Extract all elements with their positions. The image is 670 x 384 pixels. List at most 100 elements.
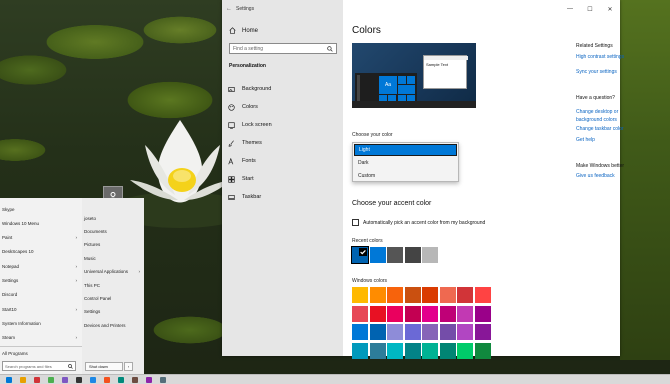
windows-color-swatch[interactable] (457, 342, 473, 359)
start-menu-place-item[interactable]: Music (84, 252, 142, 264)
windows-color-swatch[interactable] (404, 342, 421, 359)
shutdown-options-button[interactable]: › (124, 362, 133, 371)
windows-color-swatch[interactable] (369, 287, 386, 303)
windows-color-swatch[interactable] (457, 287, 473, 303)
windows-color-swatch[interactable] (474, 324, 491, 340)
nav-item-fonts[interactable]: Fonts (222, 155, 343, 167)
start-menu-place-item[interactable]: Devices and Printers (84, 319, 142, 331)
place-label: Control Panel (84, 295, 112, 301)
start-menu-program-item[interactable]: Notepad › (2, 259, 80, 273)
windows-color-swatch[interactable] (404, 324, 421, 340)
start-menu-place-item[interactable]: Documents (84, 225, 142, 237)
windows-color-swatch[interactable] (387, 305, 403, 322)
auto-accent-checkbox-row[interactable]: Automatically pick an accent color from … (352, 219, 485, 226)
start-menu-program-item[interactable]: System Information (2, 316, 80, 330)
windows-color-swatch[interactable] (439, 324, 456, 340)
windows-color-swatch[interactable] (352, 287, 368, 303)
back-arrow-icon[interactable]: ← (222, 6, 236, 12)
windows-color-swatch[interactable] (369, 324, 386, 340)
recent-color-swatch[interactable] (422, 247, 438, 263)
find-setting-input[interactable]: Find a setting (229, 43, 337, 54)
start-menu-program-item[interactable]: Settings › (2, 274, 80, 288)
change-desktop-colors-link[interactable]: Change desktop or background colors (576, 108, 634, 124)
auto-accent-label: Automatically pick an accent color from … (363, 219, 486, 226)
windows-color-swatch[interactable] (474, 287, 491, 303)
auto-accent-checkbox[interactable] (352, 219, 359, 226)
taskbar-app-icon[interactable] (76, 377, 82, 383)
start-menu-place-item[interactable]: Control Panel (84, 292, 142, 304)
taskbar-app-icon[interactable] (160, 377, 166, 383)
color-mode-dropdown[interactable]: Light Dark Custom (352, 142, 459, 182)
windows-color-swatch[interactable] (422, 324, 438, 340)
taskbar-app-icon[interactable] (34, 377, 40, 383)
taskbar-app-icon[interactable] (132, 377, 138, 383)
windows-color-swatch[interactable] (422, 305, 438, 322)
change-taskbar-color-link[interactable]: Change taskbar color (576, 126, 624, 132)
nav-item-taskbar[interactable]: Taskbar (222, 191, 343, 203)
recent-color-swatch[interactable] (351, 246, 369, 264)
windows-color-swatch[interactable] (404, 287, 421, 303)
windows-color-swatch[interactable] (369, 305, 386, 322)
nav-item-start[interactable]: Start (222, 173, 343, 185)
windows-color-swatch[interactable] (352, 305, 368, 322)
windows-color-swatch[interactable] (387, 324, 403, 340)
start-menu-program-item[interactable]: DeskScapes 10 (2, 245, 80, 259)
feedback-link[interactable]: Give us feedback (576, 173, 615, 179)
start-menu-program-item[interactable]: Skype (2, 202, 80, 216)
windows-color-swatch[interactable] (369, 342, 386, 359)
start-menu-place-item[interactable]: Universal Applications › (84, 266, 142, 278)
start-menu-place-item[interactable]: This PC (84, 279, 142, 291)
start-menu-program-item[interactable]: Paint › (2, 231, 80, 245)
all-programs-button[interactable]: All Programs (2, 346, 80, 360)
taskbar-app-icon[interactable] (146, 377, 152, 383)
nav-item-lock-screen[interactable]: Lock screen (222, 119, 343, 131)
windows-color-swatch[interactable] (387, 342, 403, 359)
windows-color-swatch[interactable] (422, 342, 438, 359)
windows-color-swatch[interactable] (457, 305, 473, 322)
windows-color-swatch[interactable] (387, 287, 403, 303)
recent-color-swatch[interactable] (387, 247, 403, 263)
shutdown-button[interactable]: Shut down (85, 362, 123, 371)
start-menu-program-item[interactable]: Discord (2, 288, 80, 302)
taskbar-app-icon[interactable] (118, 377, 124, 383)
windows-color-swatch[interactable] (352, 324, 368, 340)
taskbar-app-icon[interactable] (6, 377, 12, 383)
taskbar-app-icon[interactable] (48, 377, 54, 383)
nav-home[interactable]: Home (229, 27, 258, 34)
nav-item-themes[interactable]: Themes (222, 137, 343, 149)
windows-color-swatch[interactable] (422, 287, 438, 303)
nav-item-colors[interactable]: Colors (222, 101, 343, 113)
taskbar-app-icon[interactable] (20, 377, 26, 383)
start-menu-program-item[interactable]: Start10 › (2, 302, 80, 316)
start-menu-place-item[interactable]: Pictures (84, 239, 142, 251)
windows-color-swatch[interactable] (352, 342, 368, 359)
taskbar-app-icon[interactable] (90, 377, 96, 383)
color-option-dark[interactable]: Dark (354, 157, 457, 169)
windows-color-swatch[interactable] (439, 287, 456, 303)
taskbar-app-icon[interactable] (62, 377, 68, 383)
windows-color-swatch[interactable] (439, 305, 456, 322)
windows-color-swatch[interactable] (439, 342, 456, 359)
start-menu-place-item[interactable]: joseto (84, 212, 142, 224)
color-option-custom[interactable]: Custom (354, 170, 457, 182)
recent-color-swatch[interactable] (369, 247, 386, 263)
start-menu-program-item[interactable]: Steam › (2, 331, 80, 345)
windows-colors-label: Windows colors (352, 278, 388, 284)
windows-color-swatch[interactable] (474, 342, 491, 359)
place-label: Documents (84, 228, 107, 234)
sync-settings-link[interactable]: Sync your settings (576, 69, 617, 75)
program-label: Steam (2, 335, 16, 341)
recent-color-swatch[interactable] (404, 247, 421, 263)
get-help-link[interactable]: Get help (576, 137, 595, 143)
windows-color-swatch[interactable] (404, 305, 421, 322)
start-search-input[interactable]: Search programs and files (2, 361, 76, 371)
color-option-light[interactable]: Light (354, 144, 457, 156)
windows-color-swatch[interactable] (474, 305, 491, 322)
start-menu-place-item[interactable]: Settings (84, 306, 142, 318)
high-contrast-link[interactable]: High contrast settings (576, 54, 624, 60)
windows-color-swatch[interactable] (457, 324, 473, 340)
nav-item-background[interactable]: Background (222, 83, 343, 95)
start-menu-program-item[interactable]: Windows 10 Menu (2, 216, 80, 230)
accent-color-title: Choose your accent color (352, 200, 432, 207)
taskbar-app-icon[interactable] (104, 377, 110, 383)
